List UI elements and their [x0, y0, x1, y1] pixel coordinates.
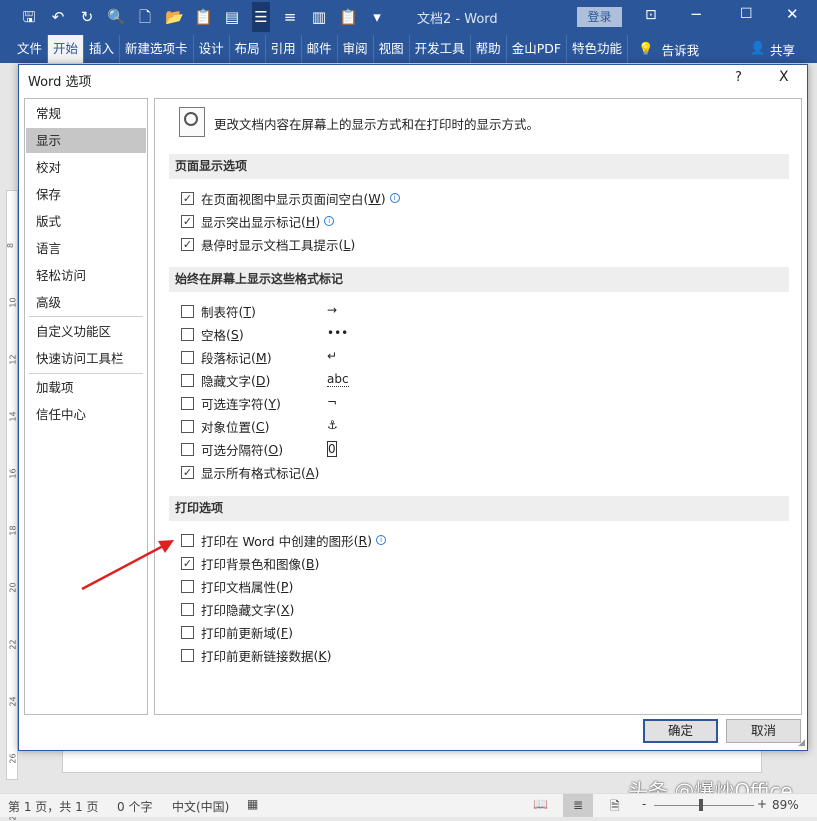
zoom-in-button[interactable]: +	[757, 797, 767, 811]
word-count[interactable]: 0 个字	[117, 798, 152, 815]
language[interactable]: 中文(中国)	[172, 798, 229, 815]
page-count[interactable]: 第 1 页，共 1 页	[8, 798, 99, 815]
web-layout-icon[interactable]: 🗎	[610, 797, 620, 818]
zoom-level[interactable]: 89%	[772, 798, 799, 812]
status-bar: 第 1 页，共 1 页 0 个字 中文(中国) ▦ 📖 ≣ 🗎 - + 89%	[0, 793, 817, 817]
print-layout-icon[interactable]: ≣	[563, 794, 593, 817]
zoom-out-button[interactable]: -	[642, 797, 646, 811]
annotation-arrow	[0, 0, 817, 817]
macro-icon[interactable]: ▦	[247, 797, 258, 811]
read-mode-icon[interactable]: 📖	[533, 797, 548, 811]
zoom-slider-thumb[interactable]	[699, 799, 703, 811]
zoom-slider[interactable]	[654, 805, 754, 806]
